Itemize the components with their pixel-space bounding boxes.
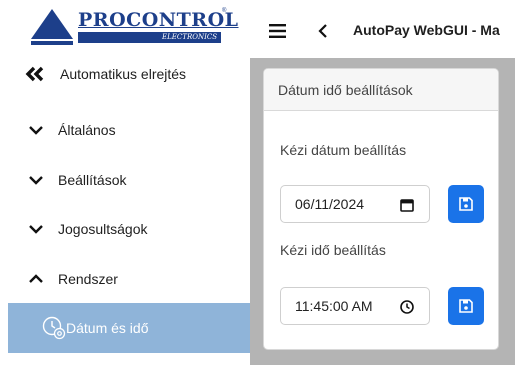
time-field-label: Kézi idő beállítás (280, 242, 386, 258)
sidebar-item-datum-es-ido[interactable]: Dátum és idő (8, 303, 250, 353)
logo-brand-text: PROCONTROL (78, 9, 239, 31)
chevron-down-icon (29, 225, 43, 234)
save-time-button[interactable] (448, 287, 484, 325)
sidebar-item-label: Beállítások (58, 172, 127, 188)
calendar-icon[interactable] (399, 197, 415, 213)
chevron-up-icon (29, 274, 43, 283)
sidebar-item-label: Jogosultságok (58, 221, 148, 237)
sidebar-autohide-label: Automatikus elrejtés (60, 66, 187, 82)
sidebar-active-label: Dátum és idő (66, 320, 149, 336)
clock-icon[interactable] (399, 299, 415, 315)
date-input[interactable]: 06/11/2024 (280, 185, 430, 223)
logo-registered-mark: ® (222, 8, 227, 14)
sidebar-item-label: Rendszer (58, 271, 118, 287)
save-date-button[interactable] (448, 185, 484, 223)
sidebar: PROCONTROL ® ELECTRONICS Automatikus elr… (0, 0, 250, 365)
datetime-settings-card: Dátum idő beállítások Kézi dátum beállít… (263, 68, 499, 350)
chevron-down-icon (29, 176, 43, 185)
main-content: Dátum idő beállítások Kézi dátum beállít… (250, 58, 515, 365)
time-input-value: 11:45:00 AM (295, 298, 373, 314)
time-input[interactable]: 11:45:00 AM (280, 287, 430, 325)
date-input-value: 06/11/2024 (295, 196, 365, 212)
sidebar-item-altalanos[interactable]: Általános (0, 110, 250, 150)
app-title: AutoPay WebGUI - Ma (353, 22, 500, 38)
logo-triangle-icon (31, 9, 73, 45)
top-bar: AutoPay WebGUI - Ma (250, 0, 515, 58)
save-icon (459, 197, 473, 211)
sidebar-item-label: Általános (58, 122, 116, 138)
clock-gear-icon (42, 316, 66, 340)
card-title: Dátum idő beállítások (264, 69, 498, 111)
double-chevron-left-icon (25, 66, 44, 82)
sidebar-autohide-toggle[interactable]: Automatikus elrejtés (0, 54, 250, 94)
chevron-down-icon (29, 126, 43, 135)
procontrol-logo: PROCONTROL ® ELECTRONICS (30, 6, 238, 48)
chevron-left-icon[interactable] (316, 24, 330, 38)
sidebar-item-rendszer[interactable]: Rendszer (0, 259, 250, 299)
hamburger-menu-icon[interactable] (269, 24, 286, 38)
logo-subtitle: ELECTRONICS (78, 32, 221, 43)
save-icon (459, 299, 473, 313)
date-field-label: Kézi dátum beállítás (280, 142, 407, 158)
sidebar-item-beallitasok[interactable]: Beállítások (0, 160, 250, 200)
sidebar-item-jogosultsagok[interactable]: Jogosultságok (0, 209, 250, 249)
